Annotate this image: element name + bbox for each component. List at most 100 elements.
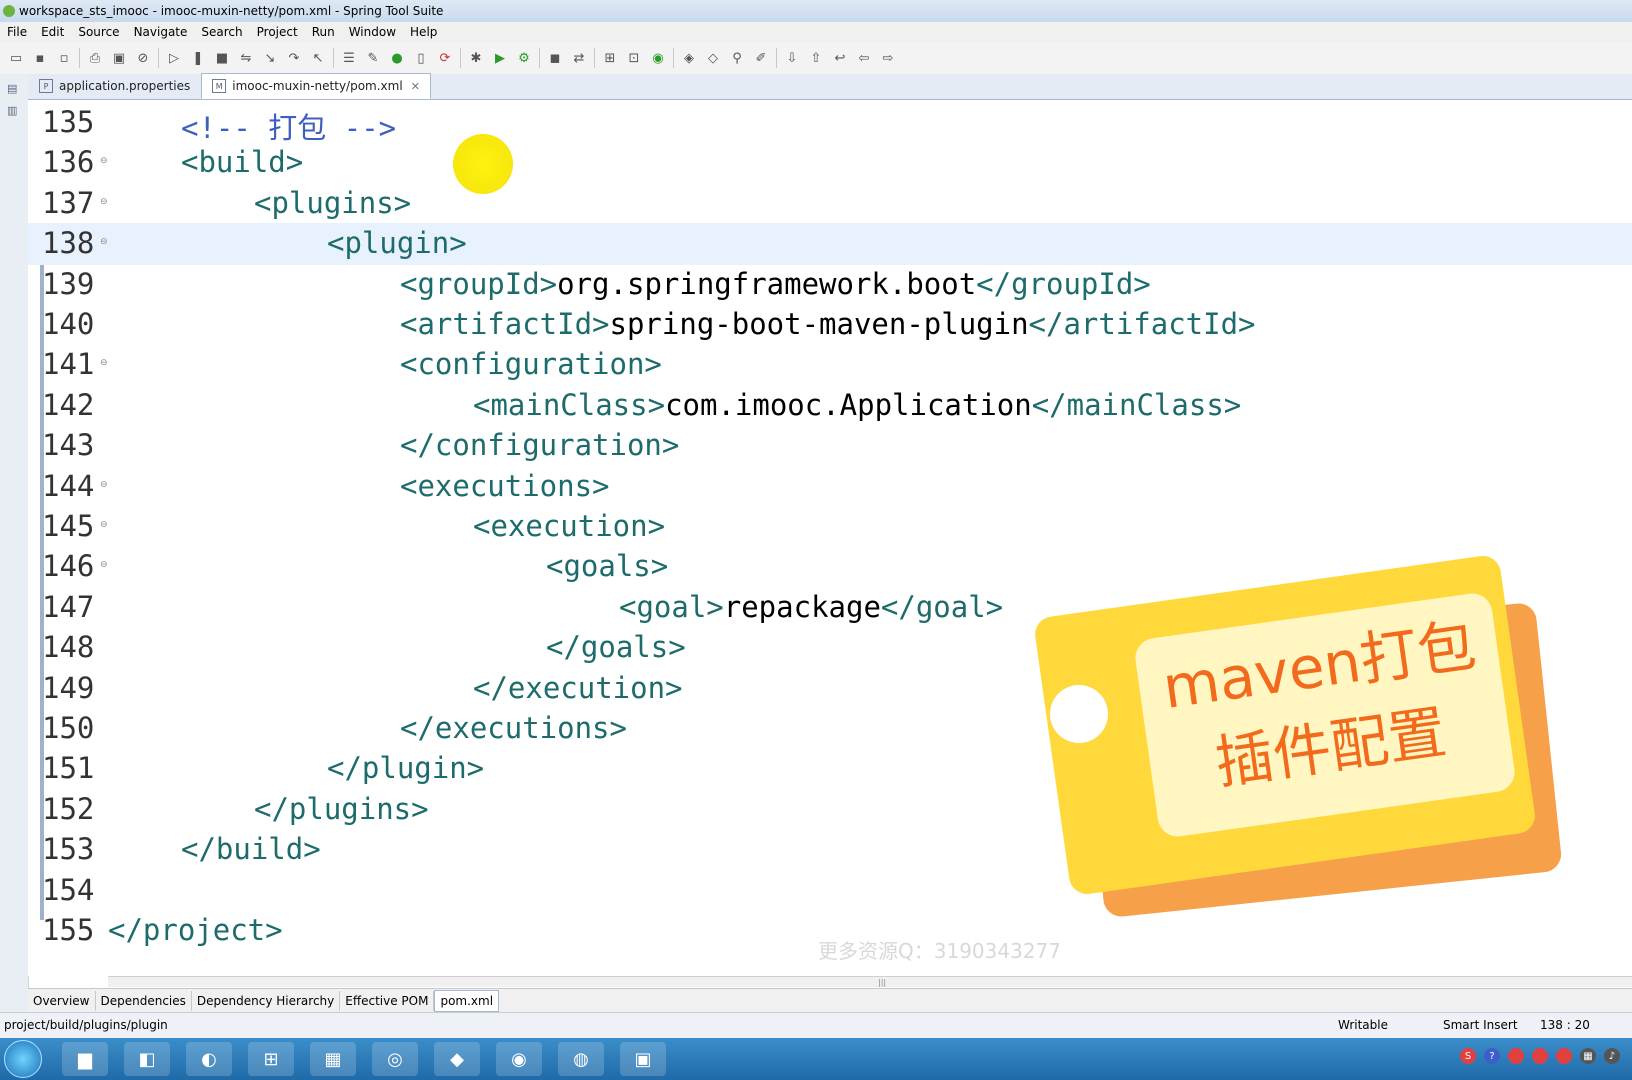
evernote-icon[interactable]: ◐ [186,1042,232,1076]
resume-icon[interactable]: ▷ [165,49,183,67]
code-text: <mainClass>com.imooc.Application</mainCl… [473,388,1241,422]
forward-icon[interactable]: ⇨ [879,49,897,67]
save-icon[interactable]: ▪ [31,49,49,67]
calculator-icon[interactable]: ▦ [310,1042,356,1076]
code-line[interactable]: 138 ⊖ <plugin> [28,223,1632,266]
xml-tag: <plugins> [254,185,412,220]
fold-icon[interactable]: ⊖ [100,560,108,570]
fold-icon[interactable]: ⊖ [100,358,108,368]
code-line[interactable]: 144 ⊖ <executions> [28,466,1632,508]
fold-icon[interactable]: ⊖ [100,237,108,247]
open-task-icon[interactable]: ◇ [704,49,722,67]
menu-edit[interactable]: Edit [34,25,71,39]
external-tools-icon[interactable]: ⚙ [515,49,533,67]
step-into-icon[interactable]: ↘ [261,49,279,67]
panel-icon[interactable]: ▯ [412,49,430,67]
tab-overview[interactable]: Overview [28,991,96,1011]
package-explorer-icon[interactable]: ▥ [7,104,21,118]
scroll-grip-icon[interactable]: ||| [878,978,886,987]
tab-pom-xml[interactable]: M imooc-muxin-netty/pom.xml ✕ [201,73,431,99]
tab-dependency-hierarchy[interactable]: Dependency Hierarchy [192,991,341,1011]
next-annotation-icon[interactable]: ⇩ [783,49,801,67]
spring-tool-suite-task-icon[interactable]: ◍ [558,1042,604,1076]
step-return-icon[interactable]: ↖ [309,49,327,67]
antivirus-icon[interactable] [1508,1048,1524,1064]
menu-file[interactable]: File [0,25,34,39]
line-number: 147 [42,589,95,624]
security-icon[interactable] [1556,1048,1572,1064]
previous-annotation-icon[interactable]: ⇧ [807,49,825,67]
recorder-icon[interactable]: ▣ [620,1042,666,1076]
close-icon[interactable]: ✕ [411,80,420,93]
help-icon[interactable]: ? [1484,1048,1500,1064]
fold-icon[interactable]: ⊖ [100,197,108,207]
status-bar: project/build/plugins/plugin Writable Sm… [0,1012,1632,1039]
open-type-icon[interactable]: ◈ [680,49,698,67]
fold-icon[interactable]: ⊖ [100,520,108,530]
vm-icon[interactable]: ◧ [124,1042,170,1076]
tab-effective-pom[interactable]: Effective POM [340,991,435,1011]
refresh-icon[interactable]: ⟳ [436,49,454,67]
menu-search[interactable]: Search [194,25,249,39]
back-icon[interactable]: ⇦ [855,49,873,67]
toggle-block-icon[interactable]: ☰ [340,49,358,67]
stop-icon[interactable]: ◼ [546,49,564,67]
search-icon[interactable]: ⚲ [728,49,746,67]
debug-icon[interactable]: ✱ [467,49,485,67]
code-line[interactable]: 142 <mainClass>com.imooc.Application</mai… [28,385,1632,427]
menu-window[interactable]: Window [342,25,403,39]
xml-tag: <configuration> [400,347,662,382]
code-line[interactable]: 139 <groupId>org.springframework.boot</gr… [28,264,1632,306]
menu-source[interactable]: Source [71,25,126,39]
chrome-icon[interactable]: ◉ [496,1042,542,1076]
menu-run[interactable]: Run [305,25,342,39]
last-edit-icon[interactable]: ↩ [831,49,849,67]
new-class-icon[interactable]: ⊡ [625,49,643,67]
record-icon[interactable] [1532,1048,1548,1064]
start-button[interactable] [4,1040,42,1078]
step-over-icon[interactable]: ↷ [285,49,303,67]
annotation-icon[interactable]: ✐ [752,49,770,67]
new-package-icon[interactable]: ⊞ [601,49,619,67]
print-icon[interactable]: ⎙ [86,49,104,67]
disconnect-icon[interactable]: ⇋ [237,49,255,67]
code-line[interactable]: 137 ⊖ <plugins> [28,183,1632,225]
save-all-icon[interactable]: ▫ [55,49,73,67]
menu-project[interactable]: Project [250,25,305,39]
new-icon[interactable]: ▭ [7,49,25,67]
network-icon[interactable]: ⊞ [248,1042,294,1076]
xml-tag: </plugins> [254,791,429,826]
code-line[interactable]: 141 ⊖ <configuration> [28,344,1632,386]
keyboard-icon[interactable]: ▦ [1580,1048,1596,1064]
terminal-icon[interactable]: ▣ [110,49,128,67]
folder-icon[interactable]: ◆ [434,1042,480,1076]
fold-icon[interactable]: ⊖ [100,480,108,490]
code-line[interactable]: 143 </configuration> [28,425,1632,467]
new-spring-icon[interactable]: ◉ [649,49,667,67]
boot-dashboard-icon[interactable]: ● [388,49,406,67]
menu-help[interactable]: Help [403,25,444,39]
xml-tag: </build> [181,832,321,867]
file-explorer-icon[interactable]: ▆ [62,1042,108,1076]
connect-icon[interactable]: ⇄ [570,49,588,67]
menu-navigate[interactable]: Navigate [127,25,195,39]
restore-icon[interactable]: ▤ [7,82,21,96]
code-text: <groupId>org.springframework.boot</group… [400,267,1151,301]
terminate-icon[interactable]: ■ [213,49,231,67]
volume-icon[interactable]: ♪ [1604,1048,1620,1064]
ultraedit-icon[interactable]: ◎ [372,1042,418,1076]
tab-application-properties[interactable]: P application.properties [28,73,201,99]
mark-occurrences-icon[interactable]: ✎ [364,49,382,67]
code-line[interactable]: 140 <artifactId>spring-boot-maven-plugin<… [28,304,1632,346]
code-line[interactable]: 145 ⊖ <execution> [28,506,1632,548]
tab-pom-source[interactable]: pom.xml [434,990,500,1012]
skip-breakpoints-icon[interactable]: ⊘ [134,49,152,67]
fold-icon[interactable]: ⊖ [100,156,108,166]
tab-dependencies[interactable]: Dependencies [96,991,192,1011]
horizontal-scrollbar[interactable]: ||| [108,976,1632,987]
run-icon[interactable]: ▶ [491,49,509,67]
suspend-icon[interactable]: ❚ [189,49,207,67]
code-line[interactable]: 136 ⊖ <build> [28,142,1632,184]
code-line[interactable]: 135 <!-- 打包 --> [28,102,1632,145]
ime-icon[interactable]: S [1460,1048,1476,1064]
